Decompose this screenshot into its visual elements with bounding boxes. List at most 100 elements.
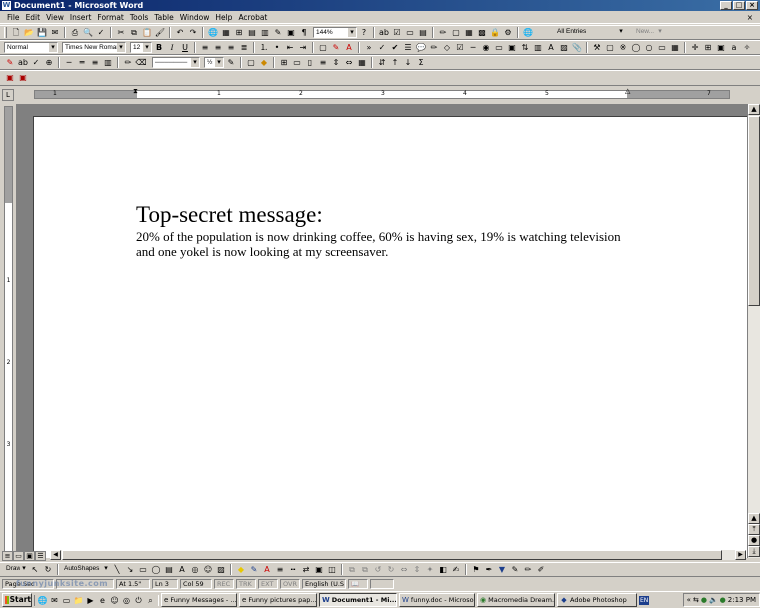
- tools-icon[interactable]: ⚒: [591, 42, 603, 54]
- crosshair-icon[interactable]: ✛: [689, 42, 701, 54]
- close-button[interactable]: ×: [746, 1, 758, 10]
- grid-icon[interactable]: ▦: [669, 42, 681, 54]
- checkbox-field-icon[interactable]: ☑: [391, 27, 403, 39]
- status-overtype[interactable]: OVR: [280, 579, 300, 589]
- shadow-style-icon[interactable]: ▣: [313, 564, 325, 576]
- shading-icon[interactable]: ▩: [476, 27, 488, 39]
- help-icon[interactable]: ?: [358, 27, 370, 39]
- numbering-icon[interactable]: ⒈: [258, 42, 270, 54]
- scroll-up-button[interactable]: ▲: [748, 104, 760, 115]
- outside-border-icon[interactable]: ▢: [245, 57, 257, 69]
- outlook-icon[interactable]: ✉: [49, 595, 60, 606]
- menu-format[interactable]: Format: [94, 13, 126, 22]
- show-hide-icon[interactable]: ¶: [298, 27, 310, 39]
- arrow-tool-icon[interactable]: ↘: [124, 564, 136, 576]
- columns-icon[interactable]: ▥: [102, 57, 114, 69]
- wordart-icon[interactable]: A: [176, 564, 188, 576]
- shading-color-icon[interactable]: ◆: [258, 57, 270, 69]
- pencil-icon[interactable]: ✏: [437, 27, 449, 39]
- circle-icon[interactable]: ◯: [630, 42, 642, 54]
- pen-icon[interactable]: ✎: [4, 57, 16, 69]
- insert-picture-icon[interactable]: ▨: [215, 564, 227, 576]
- align-icon[interactable]: ⇕: [411, 564, 423, 576]
- increase-indent-icon[interactable]: ⇥: [297, 42, 309, 54]
- taskbar-item[interactable]: ◆ Adobe Photoshop: [557, 593, 637, 607]
- abc-icon[interactable]: ab: [17, 57, 29, 69]
- taskbar-item[interactable]: ◉ Macromedia Dream...: [477, 593, 555, 607]
- desktop-icon[interactable]: ▭: [61, 595, 72, 606]
- checkbox-icon[interactable]: ☑: [454, 42, 466, 54]
- menu-view[interactable]: View: [43, 13, 67, 22]
- letter-icon[interactable]: a: [728, 42, 740, 54]
- minimize-button[interactable]: _: [720, 1, 732, 10]
- document-map-icon[interactable]: ▣: [285, 27, 297, 39]
- document-page[interactable]: Top-secret message: 20% of the populatio…: [33, 116, 747, 558]
- taskbar-item[interactable]: e Funny pictures pap...: [239, 593, 317, 607]
- circle-outline-icon[interactable]: ○: [643, 42, 655, 54]
- menu-file[interactable]: File: [4, 13, 23, 22]
- line-icon[interactable]: ─: [467, 42, 479, 54]
- close-document-button[interactable]: ×: [744, 13, 756, 22]
- insert-table-icon[interactable]: ⊞: [233, 27, 245, 39]
- autoshapes-menu[interactable]: AutoShapes: [62, 564, 110, 575]
- italic-icon[interactable]: I: [166, 42, 178, 54]
- line-color-icon[interactable]: ✎: [248, 564, 260, 576]
- tables-borders-icon[interactable]: ▦: [220, 27, 232, 39]
- menu-acrobat[interactable]: Acrobat: [235, 13, 270, 22]
- email-icon[interactable]: ✉: [49, 27, 61, 39]
- paint-icon[interactable]: ✍: [450, 564, 462, 576]
- document-heading[interactable]: Top-secret message:: [136, 201, 626, 229]
- decrease-indent-icon[interactable]: ⇤: [284, 42, 296, 54]
- line-style-dropdown[interactable]: ───────: [152, 57, 200, 68]
- eraser-icon[interactable]: ⌫: [135, 57, 147, 69]
- open-folder-icon[interactable]: 📂: [23, 27, 35, 39]
- scroll-right-button[interactable]: ▶: [735, 550, 746, 560]
- search-icon[interactable]: ⌕: [145, 595, 156, 606]
- spelling-status-icon[interactable]: 📖: [348, 579, 368, 589]
- protect-icon[interactable]: ⚙: [502, 27, 514, 39]
- line-style-icon[interactable]: ─: [63, 57, 75, 69]
- print-layout-button[interactable]: ▣: [24, 550, 35, 561]
- form-field-icon[interactable]: ▭: [404, 27, 416, 39]
- volume-icon[interactable]: 🔈: [709, 596, 718, 604]
- align-left-icon[interactable]: ≡: [199, 42, 211, 54]
- frame-icon[interactable]: ▭: [656, 42, 668, 54]
- horizontal-ruler[interactable]: ⧗ △ 1 1 2 3 4 5 7: [34, 88, 730, 99]
- start-button[interactable]: Start: [2, 593, 32, 607]
- save-icon[interactable]: 💾: [36, 27, 48, 39]
- distribute-rows-icon[interactable]: ⇕: [330, 57, 342, 69]
- distribute-columns-icon[interactable]: ⇔: [343, 57, 355, 69]
- shape-icon[interactable]: ◇: [441, 42, 453, 54]
- chart-icon[interactable]: ▥: [532, 42, 544, 54]
- sort-desc-icon[interactable]: ↓: [402, 57, 414, 69]
- globe-icon[interactable]: 🌐: [37, 595, 48, 606]
- menu-help[interactable]: Help: [212, 13, 235, 22]
- taskbar-item-active[interactable]: W Document1 - Mi...: [319, 593, 397, 607]
- ungroup-icon[interactable]: ⧉: [359, 564, 371, 576]
- autotext-icon[interactable]: ab: [378, 27, 390, 39]
- browser-icon[interactable]: ◎: [121, 595, 132, 606]
- bold-icon[interactable]: B: [153, 42, 165, 54]
- nudge-icon[interactable]: ✦: [424, 564, 436, 576]
- diagram-icon[interactable]: ◎: [189, 564, 201, 576]
- scroll-up-button[interactable]: ▲: [748, 513, 760, 524]
- outside-border-icon[interactable]: ▢: [317, 42, 329, 54]
- list-field-icon[interactable]: ▤: [417, 27, 429, 39]
- rotate-right-icon[interactable]: ↻: [385, 564, 397, 576]
- clock[interactable]: 2:13 PM: [728, 596, 756, 604]
- format-painter-icon[interactable]: 🖌: [154, 27, 166, 39]
- merge-cells-icon[interactable]: ▭: [291, 57, 303, 69]
- status-language[interactable]: English (U.S: [302, 579, 346, 589]
- border-color-icon[interactable]: ✎: [225, 57, 237, 69]
- status-extend[interactable]: EXT: [258, 579, 278, 589]
- pencil-icon[interactable]: ✏: [428, 42, 440, 54]
- comment-icon[interactable]: 💬: [415, 42, 427, 54]
- insert-table-icon[interactable]: ⊞: [278, 57, 290, 69]
- menu-edit[interactable]: Edit: [23, 13, 44, 22]
- network-icon[interactable]: ⇆: [693, 596, 699, 604]
- web-icon[interactable]: 🌐: [522, 27, 534, 39]
- status-record[interactable]: REC: [214, 579, 234, 589]
- grid-icon[interactable]: ▦: [463, 27, 475, 39]
- radio-icon[interactable]: ◉: [480, 42, 492, 54]
- flip-icon[interactable]: ⇔: [398, 564, 410, 576]
